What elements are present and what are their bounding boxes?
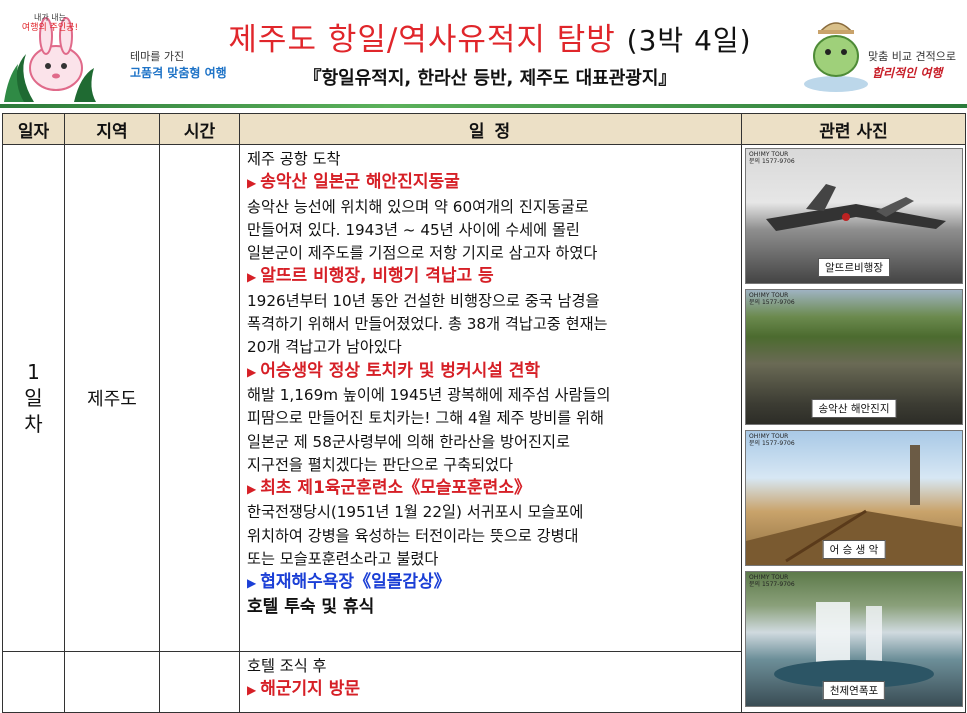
schedule-text: 알뜨르 비행장, 비행기 격납고 등: [260, 266, 494, 287]
schedule-text: 협재해수욕장《일몰감상》: [260, 572, 451, 593]
left-tagline-2: 고품격 맞춤형 여행: [130, 66, 227, 80]
svg-text:여행의 주인공!: 여행의 주인공!: [22, 21, 78, 33]
schedule-text: 해군기지 방문: [260, 679, 360, 700]
schedule-line: ▶ 알뜨르 비행장, 비행기 격납고 등: [247, 265, 735, 289]
page-header: 내가 내는 여행의 주인공! 테마를 가진 고품격 맞춤형 여행 제주도 항일/…: [0, 0, 967, 112]
bullet-arrow-icon: ▶: [247, 176, 257, 191]
schedule-text: 송악산 일본군 해안진지동굴: [260, 172, 460, 193]
schedule-text: 일본군이 제주도를 기점으로 저항 기지로 삼고자 하였다: [247, 244, 598, 263]
schedule-line: ▶ 어승생악 정상 토치카 및 벙커시설 견학: [247, 360, 735, 384]
schedule-text: 또는 모슬포훈련소라고 불렸다: [247, 550, 439, 569]
schedule-line: 송악산 능선에 위치해 있으며 약 60여개의 진지동굴로: [247, 196, 735, 219]
day-cell: 1 일 차: [2, 143, 65, 653]
photo-caption: 송악산 해안진지: [811, 399, 897, 418]
bullet-arrow-icon: ▶: [247, 270, 257, 285]
bullet-arrow-icon: ▶: [247, 683, 257, 698]
schedule-line: ▶ 송악산 일본군 해안진지동굴: [247, 171, 735, 195]
schedule-line: 제주 공항 도착: [247, 148, 735, 171]
page-title: 제주도 항일/역사유적지 탐방 (3박 4일): [190, 14, 790, 59]
schedule-text: 호텔 투숙 및 휴식: [247, 596, 375, 617]
schedule-text: 1926년부터 10년 동안 건설한 비행장으로 중국 남경을: [247, 291, 600, 310]
table-header-row: 일자 지역 시간 일 정 관련 사진: [2, 113, 966, 145]
schedule-line: 만들어져 있다. 1943년 ~ 45년 사이에 수세에 몰린: [247, 219, 735, 242]
photo-eoseungsaengak: OH!MY TOUR 문의 1577-9706 어 승 생 악: [745, 430, 963, 566]
right-tagline-2: 합리적인 여행: [872, 66, 943, 80]
schedule-text: 피땀으로 만들어진 토치카는! 그해 4월 제주 방비를 위해: [247, 409, 604, 428]
svg-text:내가 내는: 내가 내는: [34, 13, 66, 22]
day-cell: [2, 651, 65, 713]
schedule-text: 한국전쟁당시(1951년 1월 22일) 서귀포시 모슬포에: [247, 503, 584, 522]
schedule-line: 또는 모슬포훈련소라고 불렸다: [247, 548, 735, 571]
schedule-text: 20개 격납고가 남아있다: [247, 338, 402, 357]
schedule-line: ▶ 최초 제1육군훈련소《모슬포훈련소》: [247, 477, 735, 501]
schedule-text: 만들어져 있다. 1943년 ~ 45년 사이에 수세에 몰린: [247, 220, 580, 239]
schedule-text: 최초 제1육군훈련소《모슬포훈련소》: [260, 478, 531, 499]
bullet-arrow-icon: ▶: [247, 482, 257, 497]
col-header-photos: 관련 사진: [741, 113, 966, 145]
schedule-line: 폭격하기 위해서 만들어졌었다. 총 38개 격납고중 현재는: [247, 313, 735, 336]
schedule-line: 20개 격납고가 남아있다: [247, 336, 735, 359]
col-header-day: 일자: [2, 113, 65, 145]
schedule-line: 한국전쟁당시(1951년 1월 22일) 서귀포시 모슬포에: [247, 501, 735, 524]
time-cell: [159, 143, 240, 653]
schedule-text: 제주 공항 도착: [247, 150, 341, 168]
schedule-line: 호텔 조식 후: [247, 655, 735, 678]
col-header-time: 시간: [159, 113, 240, 145]
time-cell: [159, 651, 240, 713]
schedule-text: 어승생악 정상 토치카 및 벙커시설 견학: [260, 360, 541, 381]
schedule-text: 호텔 조식 후: [247, 657, 327, 676]
title-main: 제주도 항일/역사유적지 탐방: [228, 22, 616, 58]
photo-altteureu-airfield: OH!MY TOUR 문의 1577-9706 알뜨르비행장: [745, 148, 963, 284]
left-tagline-1: 테마를 가진: [130, 50, 185, 63]
header-divider: [0, 104, 967, 108]
day-label-text: 1 일 차: [24, 360, 43, 437]
schedule-text: 해발 1,169m 높이에 1945년 광복해에 제주섬 사람들의: [247, 385, 611, 404]
right-tagline-1: 맞춤 비교 견적으로: [868, 50, 956, 63]
col-header-schedule: 일 정: [239, 113, 742, 145]
schedule-text: 폭격하기 위해서 만들어졌었다. 총 38개 격납고중 현재는: [247, 315, 608, 334]
schedule-line: 호텔 투숙 및 휴식: [247, 596, 735, 619]
region-cell: 제주도: [64, 143, 160, 653]
schedule-text: 일본군 제 58군사령부에 의해 한라산을 방어진지로: [247, 432, 570, 451]
table-row-day1: 1 일 차 제주도 제주 공항 도착 ▶ 송악산 일본군 해안진지동굴 송악산 능선에…: [2, 143, 966, 713]
rabbit-mascot-logo: 내가 내는 여행의 주인공!: [4, 13, 96, 102]
photo-caption: 어 승 생 악: [822, 540, 886, 559]
col-header-region: 지역: [64, 113, 160, 145]
photo-caption: 천제연폭포: [822, 681, 886, 700]
schedule-line: 일본군이 제주도를 기점으로 저항 기지로 삼고자 하였다: [247, 242, 735, 265]
schedule-line: ▶ 협재해수욕장《일몰감상》: [247, 571, 735, 595]
page-subtitle: 『항일유적지, 한라산 등반, 제주도 대표관광지』: [303, 68, 677, 89]
schedule-text: 송악산 능선에 위치해 있으며 약 60여개의 진지동굴로: [247, 197, 589, 216]
photo-cheonjeyeon-falls: OH!MY TOUR 문의 1577-9706 천제연폭포: [745, 571, 963, 707]
schedule-line: 위치하여 강병을 육성하는 터전이라는 뜻으로 강병대: [247, 525, 735, 548]
region-cell: [64, 651, 160, 713]
itinerary-table: 일자 지역 시간 일 정 관련 사진 1 일 차 제주도 제주 공항 도착 ▶ 송악…: [2, 113, 966, 713]
schedule-text: 지구전을 펼치겠다는 판단으로 구축되었다: [247, 455, 513, 474]
schedule-line: 지구전을 펼치겠다는 판단으로 구축되었다: [247, 454, 735, 477]
schedule-cell: 호텔 조식 후 ▶ 해군기지 방문: [239, 651, 742, 713]
photo-watermark: OH!MY TOUR 문의 1577-9706: [749, 292, 795, 306]
photo-caption: 알뜨르비행장: [818, 258, 890, 277]
schedule-text: 위치하여 강병을 육성하는 터전이라는 뜻으로 강병대: [247, 526, 579, 545]
schedule-cell: 제주 공항 도착 ▶ 송악산 일본군 해안진지동굴 송악산 능선에 위치해 있으며 약…: [239, 143, 742, 653]
photos-cell: OH!MY TOUR 문의 1577-9706 알뜨르비행장 OH!MY TOUR…: [741, 144, 966, 713]
photo-songaksan-coastal-bunker: OH!MY TOUR 문의 1577-9706 송악산 해안진지: [745, 289, 963, 425]
title-duration: (3박 4일): [626, 24, 752, 57]
schedule-line: 해발 1,169m 높이에 1945년 광복해에 제주섬 사람들의: [247, 384, 735, 407]
bullet-arrow-icon: ▶: [247, 576, 257, 591]
day-label: 1 일 차: [3, 359, 64, 437]
schedule-line: 피땀으로 만들어진 토치카는! 그해 4월 제주 방비를 위해: [247, 407, 735, 430]
schedule-line: ▶ 해군기지 방문: [247, 678, 735, 702]
bullet-arrow-icon: ▶: [247, 364, 257, 379]
turtle-mascot-logo: [804, 22, 868, 92]
schedule-line: 일본군 제 58군사령부에 의해 한라산을 방어진지로: [247, 431, 735, 454]
schedule-line: 1926년부터 10년 동안 건설한 비행장으로 중국 남경을: [247, 290, 735, 313]
